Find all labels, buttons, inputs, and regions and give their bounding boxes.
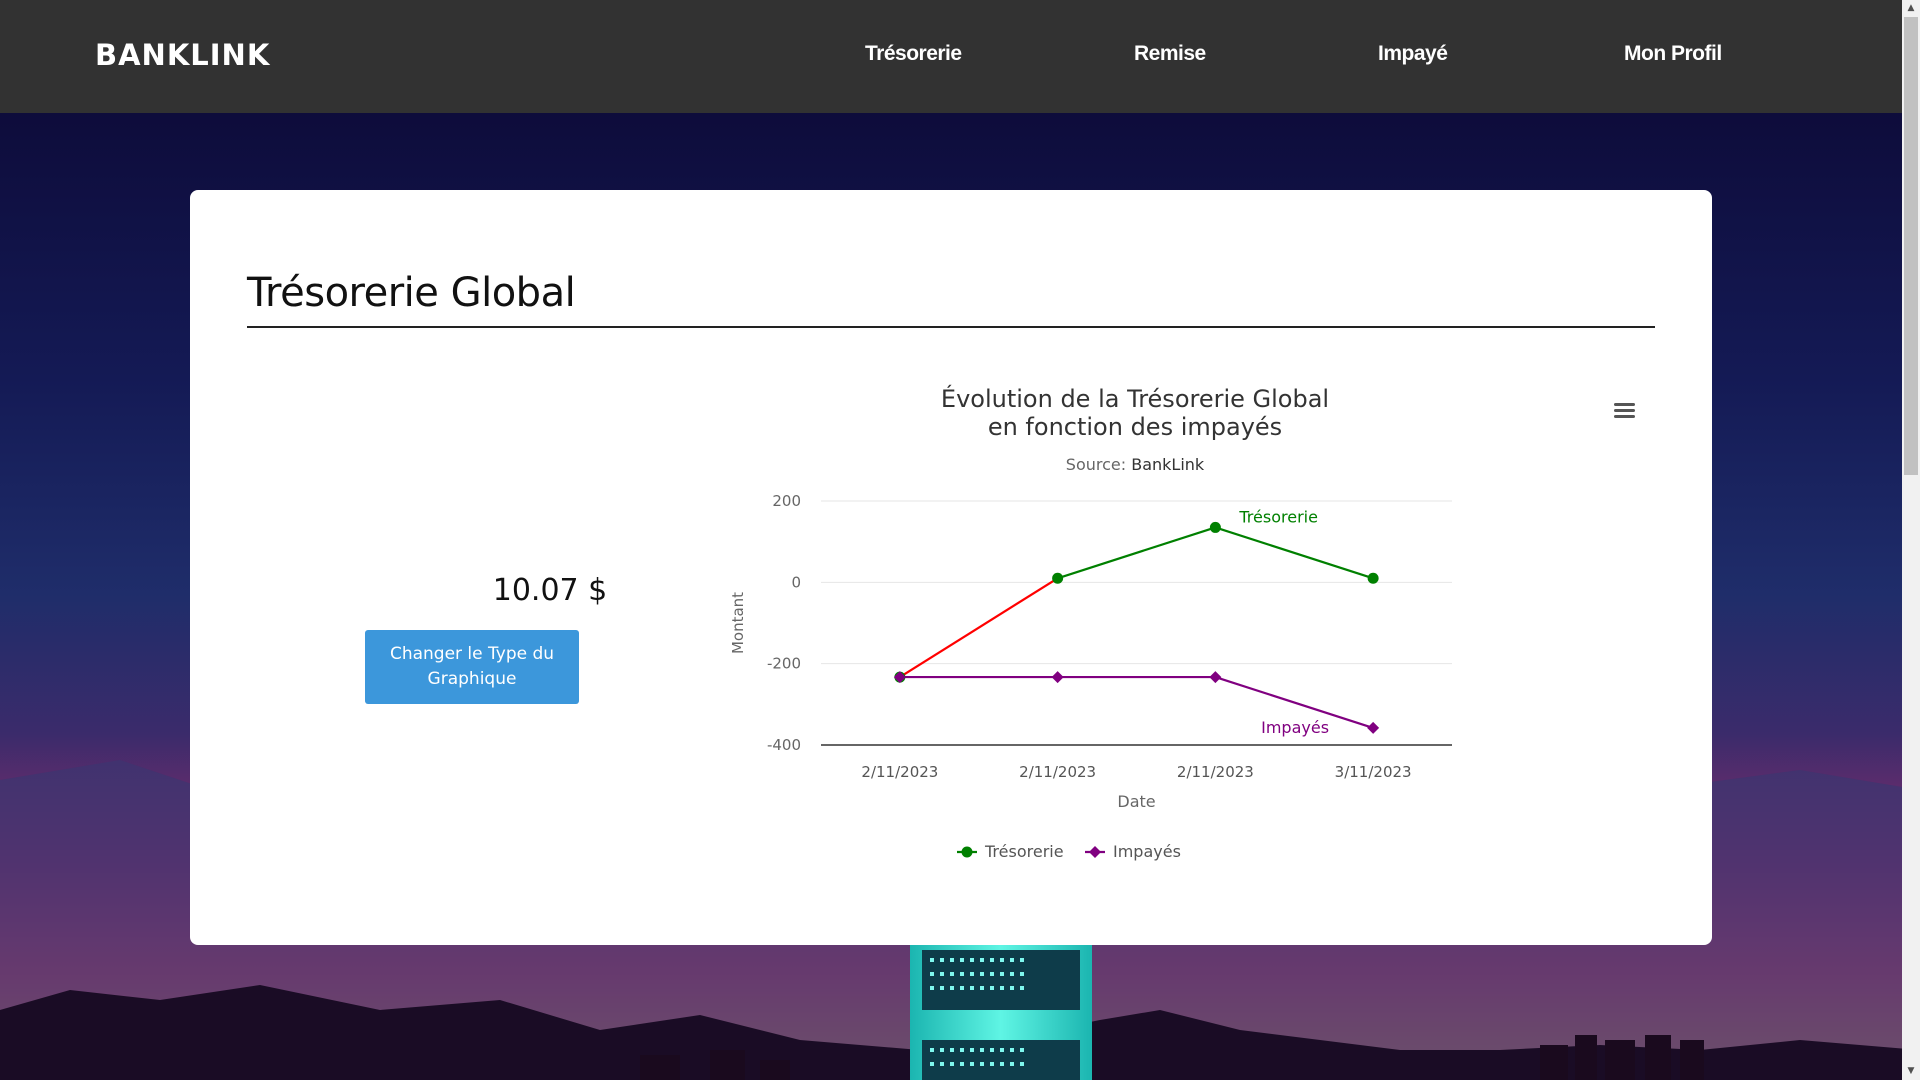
legend-item-label[interactable]: Impayés: [1113, 842, 1181, 861]
chart-title: Évolution de la Trésorerie Global en fon…: [785, 385, 1485, 441]
legend-item-label[interactable]: Trésorerie: [984, 842, 1064, 861]
y-tick-label: 0: [791, 573, 801, 591]
chart-subtitle-source: BankLink: [1131, 455, 1205, 474]
data-point: [1367, 721, 1380, 734]
change-chart-type-button[interactable]: Changer le Type du Graphique: [365, 630, 579, 704]
scroll-thumb[interactable]: [1904, 17, 1918, 475]
series-line-segment: [1057, 526, 1216, 580]
y-tick-label: 200: [772, 492, 801, 510]
navbar: BANKLINK Trésorerie Remise Impayé Mon Pr…: [0, 0, 1902, 113]
scroll-down-icon[interactable]: ▼: [1902, 1063, 1920, 1080]
chart-title-line-1: Évolution de la Trésorerie Global: [940, 385, 1330, 413]
page-title: Trésorerie Global: [247, 270, 576, 316]
global-amount: 10.07 $: [492, 573, 608, 608]
y-axis-title: Montant: [729, 592, 747, 654]
logo[interactable]: BANKLINK: [95, 38, 270, 72]
data-point: [1209, 521, 1221, 533]
title-divider: [247, 326, 1655, 328]
series-line-segment: [1215, 526, 1374, 580]
nav-link-mon-profil[interactable]: Mon Profil: [1624, 42, 1722, 66]
tresorerie-chart: 200 0 -200 -400 2/11/2023 2/11/2023 2/11/2023 3…: [695, 385, 1685, 885]
data-point: [1051, 671, 1064, 684]
y-tick-label: -400: [767, 736, 801, 754]
legend-marker: [961, 846, 973, 858]
legend-marker: [1089, 846, 1101, 858]
y-tick-label: -200: [767, 655, 801, 673]
data-point: [1209, 671, 1222, 684]
x-tick-label: 2/11/2023: [1019, 763, 1096, 781]
data-point: [1052, 572, 1064, 584]
data-point: [1367, 572, 1379, 584]
series-label: Trésorerie: [1238, 507, 1318, 526]
series-line-segment: [899, 577, 1059, 679]
tresorerie-card: Trésorerie Global 10.07 $ Changer le Typ…: [190, 190, 1712, 945]
nav-link-remise[interactable]: Remise: [1134, 42, 1206, 66]
chart-menu-hamburger-icon[interactable]: [1613, 401, 1637, 423]
data-point: [893, 671, 906, 684]
page-scrollbar[interactable]: ▲ ▼: [1902, 0, 1920, 1080]
nav-link-tresorerie[interactable]: Trésorerie: [865, 42, 962, 66]
chart-subtitle: Source: BankLink: [785, 455, 1485, 474]
series-label: Impayés: [1261, 718, 1329, 737]
chart-subtitle-prefix: Source:: [1065, 455, 1132, 474]
chart-title-line-2: en fonction des impayés: [987, 413, 1283, 441]
nav-link-impaye[interactable]: Impayé: [1378, 42, 1448, 66]
x-tick-label: 2/11/2023: [861, 763, 938, 781]
x-axis-title: Date: [1117, 792, 1155, 811]
scroll-up-icon[interactable]: ▲: [1902, 0, 1920, 17]
x-tick-label: 2/11/2023: [1177, 763, 1254, 781]
x-tick-label: 3/11/2023: [1335, 763, 1412, 781]
